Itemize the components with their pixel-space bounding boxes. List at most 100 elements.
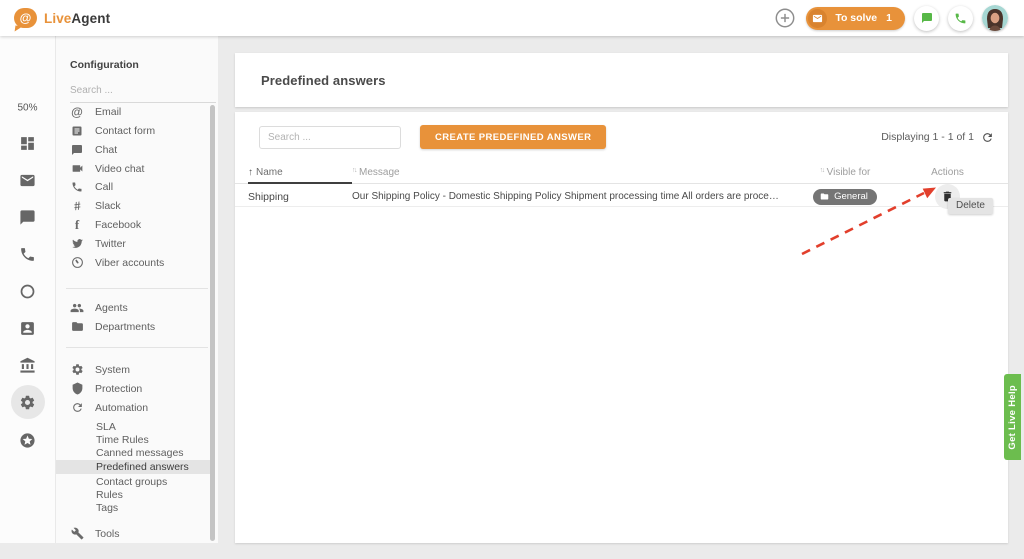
folder-icon <box>820 192 829 201</box>
rail-item-tickets[interactable] <box>11 163 45 197</box>
sidebar-item-rules[interactable]: Rules <box>56 488 210 502</box>
slack-icon: # <box>70 200 84 212</box>
liveagent-logo[interactable]: @ LiveAgent <box>14 8 110 28</box>
sidebar-item-canned-messages[interactable]: Canned messages <box>56 446 210 460</box>
sidebar-item-facebook[interactable]: f Facebook <box>70 215 206 234</box>
wrench-icon <box>70 527 84 540</box>
zoom-level[interactable]: 50% <box>17 103 37 114</box>
answers-table: ↑ Name ↑↓ Message ↑↓ Visible for Actions… <box>235 162 1008 207</box>
people-icon <box>70 301 84 315</box>
rail-item-dashboard[interactable] <box>11 126 45 160</box>
create-predefined-answer-button[interactable]: CREATE PREDEFINED ANSWER <box>420 125 606 149</box>
sidebar-item-email[interactable]: @ Email <box>70 102 206 121</box>
gear-icon <box>19 394 36 411</box>
configuration-sidebar: Configuration @ Email Contact form Chat … <box>56 36 218 543</box>
bank-icon <box>19 357 36 374</box>
videocam-icon <box>70 162 84 175</box>
rail-item-customers[interactable] <box>11 311 45 345</box>
envelope-icon <box>19 172 36 189</box>
chat-bubble-icon <box>70 144 84 156</box>
chat-bubble-icon <box>19 209 36 226</box>
sidebar-divider <box>66 288 208 289</box>
get-live-help-ribbon[interactable]: Get Live Help <box>1004 374 1021 460</box>
sidebar-item-slack[interactable]: # Slack <box>70 196 206 215</box>
to-solve-label: To solve <box>835 12 877 24</box>
answer-name: Shipping <box>248 191 352 203</box>
chats-button[interactable] <box>914 6 939 31</box>
sidebar-item-contact-form[interactable]: Contact form <box>70 121 206 140</box>
ring-icon <box>19 283 36 300</box>
sidebar-heading: Configuration <box>70 59 139 71</box>
displaying-count: Displaying 1 - 1 of 1 <box>881 131 974 143</box>
sidebar-item-tools[interactable]: Tools <box>70 524 206 543</box>
brand-text: LiveAgent <box>44 11 110 26</box>
sort-asc-icon: ↑ <box>248 167 253 178</box>
calls-button[interactable] <box>948 6 973 31</box>
table-header-row: ↑ Name ↑↓ Message ↑↓ Visible for Actions <box>235 162 1008 184</box>
sidebar-item-system[interactable]: System <box>70 360 206 379</box>
rail-item-calls[interactable] <box>11 237 45 271</box>
icon-rail: 50% <box>0 36 56 543</box>
chat-bubble-icon <box>921 12 933 24</box>
sidebar-search-input[interactable] <box>70 83 216 102</box>
search-input[interactable] <box>259 126 401 149</box>
sidebar-search <box>70 80 216 103</box>
folder-icon <box>70 320 84 333</box>
page-header: Predefined answers <box>235 53 1008 107</box>
sidebar-item-chat[interactable]: Chat <box>70 140 206 159</box>
page-title: Predefined answers <box>261 73 386 88</box>
envelope-icon <box>808 9 827 28</box>
add-new-button[interactable] <box>773 6 797 30</box>
sidebar-item-sla[interactable]: SLA <box>56 420 210 434</box>
dashboard-icon <box>19 135 36 152</box>
star-circle-icon <box>19 432 36 449</box>
sort-icon: ↑↓ <box>352 167 356 174</box>
rail-item-gamification[interactable] <box>11 423 45 457</box>
sort-icon: ↑↓ <box>820 167 824 174</box>
refresh-icon <box>70 401 84 414</box>
sidebar-item-time-rules[interactable]: Time Rules <box>56 433 210 447</box>
phone-icon <box>954 12 967 25</box>
sidebar-item-automation[interactable]: Automation <box>70 398 206 417</box>
gear-icon <box>70 363 84 376</box>
department-badge: General <box>813 189 877 205</box>
form-icon <box>70 125 84 137</box>
plus-circle-icon <box>774 7 796 29</box>
sidebar-item-call[interactable]: Call <box>70 177 206 196</box>
predefined-answers-panel: CREATE PREDEFINED ANSWER Displaying 1 - … <box>235 112 1008 543</box>
to-solve-button[interactable]: To solve 1 <box>806 7 905 30</box>
rail-item-knowledgebase[interactable] <box>11 348 45 382</box>
sidebar-item-protection[interactable]: Protection <box>70 379 206 398</box>
column-header-message[interactable]: ↑↓ Message <box>352 162 790 183</box>
to-solve-count: 1 <box>886 12 892 24</box>
column-header-name[interactable]: ↑ Name <box>248 163 352 184</box>
sidebar-item-contact-groups[interactable]: Contact groups <box>56 475 210 489</box>
sidebar-item-predefined-answers[interactable]: Predefined answers <box>56 460 210 474</box>
facebook-icon: f <box>70 218 84 231</box>
rail-item-configuration[interactable] <box>11 385 45 419</box>
rail-item-chats[interactable] <box>11 200 45 234</box>
sidebar-item-video-chat[interactable]: Video chat <box>70 159 206 178</box>
phone-icon <box>19 246 36 263</box>
top-bar: @ LiveAgent To solve 1 <box>0 0 1024 36</box>
shield-icon <box>70 382 84 395</box>
delete-tooltip: Delete <box>948 198 993 214</box>
sidebar-item-tags[interactable]: Tags <box>56 501 210 515</box>
table-row[interactable]: Shipping Our Shipping Policy - Domestic … <box>235 184 1008 207</box>
refresh-icon[interactable] <box>981 131 994 144</box>
phone-icon <box>70 181 84 193</box>
sidebar-scrollbar[interactable] <box>210 105 215 541</box>
column-header-visible-for[interactable]: ↑↓ Visible for <box>790 162 900 183</box>
contact-card-icon <box>19 320 36 337</box>
answer-message: Our Shipping Policy - Domestic Shipping … <box>352 191 790 202</box>
sidebar-item-viber[interactable]: Viber accounts <box>70 253 206 272</box>
sidebar-item-departments[interactable]: Departments <box>70 317 206 336</box>
sidebar-item-agents[interactable]: Agents <box>70 298 206 317</box>
sidebar-item-twitter[interactable]: Twitter <box>70 234 206 253</box>
rail-item-online[interactable] <box>11 274 45 308</box>
twitter-icon <box>70 237 84 250</box>
viber-icon <box>70 256 84 269</box>
user-avatar[interactable] <box>982 5 1008 31</box>
toolbar: CREATE PREDEFINED ANSWER Displaying 1 - … <box>235 112 1008 149</box>
sidebar-divider <box>66 347 208 348</box>
